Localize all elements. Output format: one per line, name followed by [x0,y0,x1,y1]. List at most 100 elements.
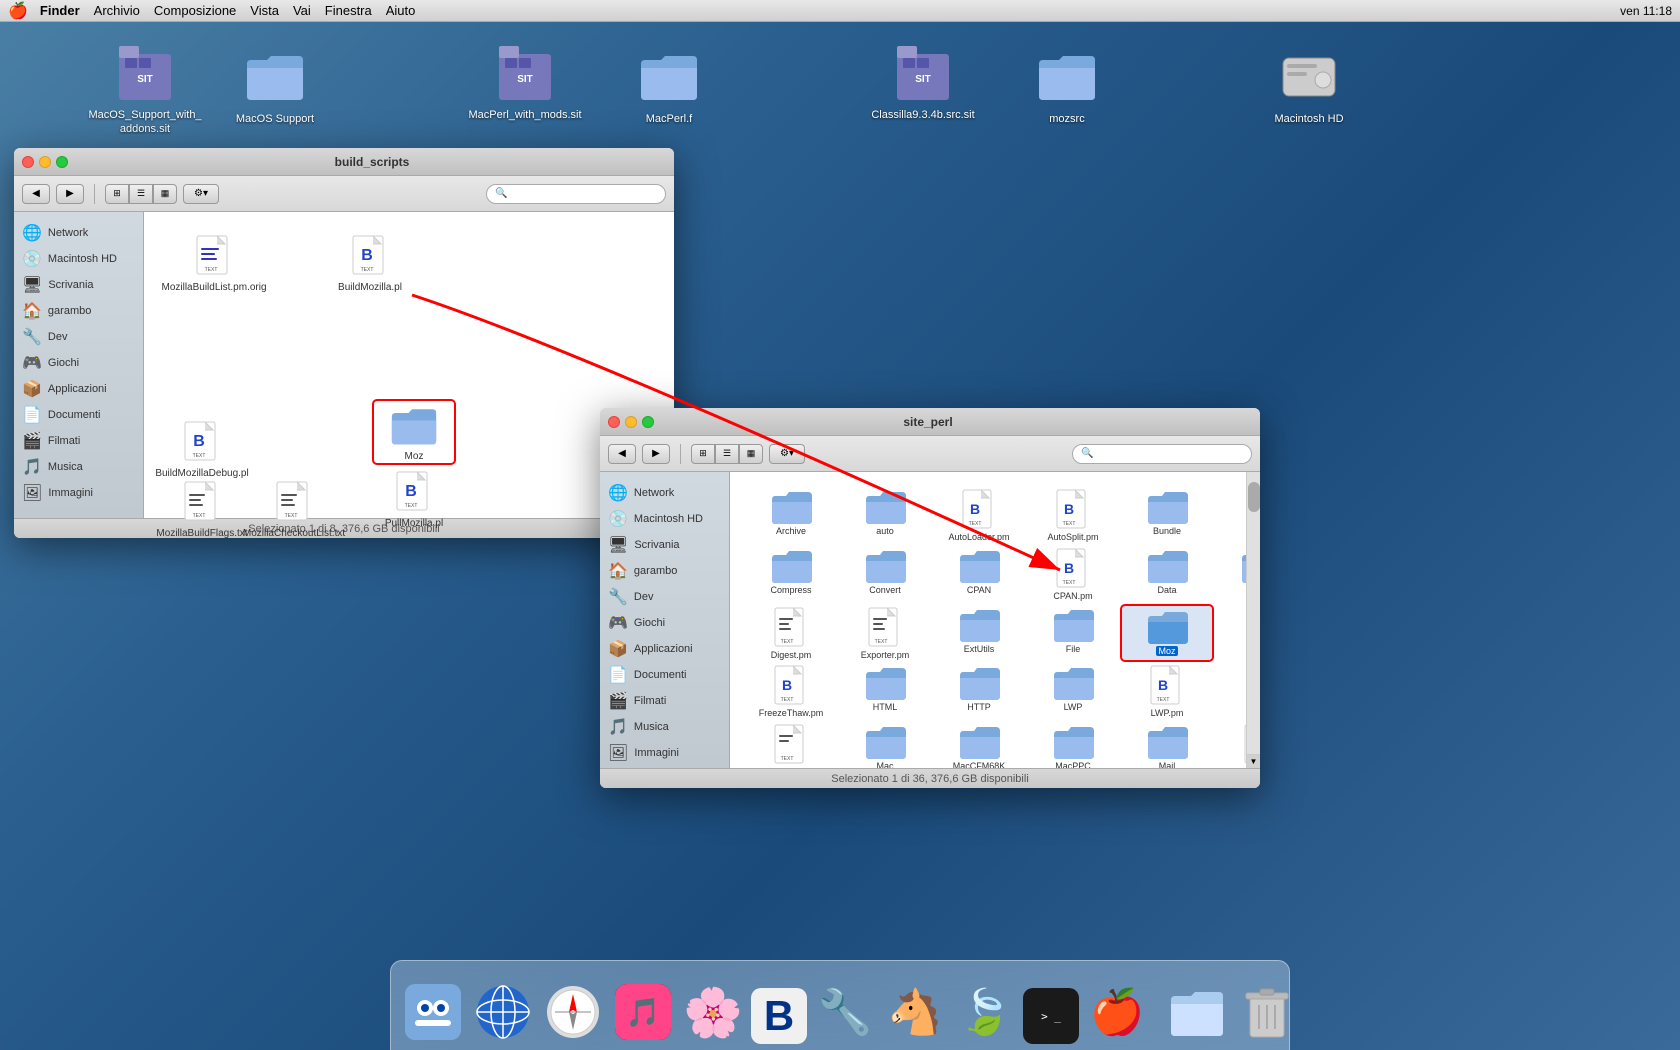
minimize-button-2[interactable] [625,416,637,428]
sidebar-network-1[interactable]: 🌐 Network [14,220,143,246]
sidebar-documenti-2[interactable]: 📄 Documenti [600,662,729,688]
desktop-icon-3[interactable]: SIT MacPerl_with_mods.sit [480,40,570,122]
back-button-2[interactable]: ◀ [608,444,636,464]
dock-safari[interactable] [541,980,605,1044]
column-view-2[interactable]: ▦ [739,444,763,464]
search-box-1[interactable]: 🔍 [486,184,666,204]
action-button-1[interactable]: ⚙▾ [183,184,219,204]
sidebar-documenti-1[interactable]: 📄 Documenti [14,402,143,428]
sidebar-scrivania-2[interactable]: 🖥 Scrivania [600,532,729,558]
maximize-button-1[interactable] [56,156,68,168]
file-lwpcook[interactable]: TEXT lwpcook.pod [746,723,836,768]
list-view-2[interactable]: ☰ [715,444,739,464]
file-mozillacheckoutlist[interactable]: TEXT MozillaCheckoutList.txt [254,478,334,518]
action-button-2[interactable]: ⚙▾ [769,444,805,464]
dock-leaf[interactable]: 🍃 [953,980,1017,1044]
file-macppc[interactable]: MacPPC [1028,723,1118,768]
file-convert[interactable]: Convert [840,547,930,602]
scrollbar-thumb-2[interactable] [1248,482,1260,512]
desktop-icon-2[interactable]: MacOS Support [230,44,320,126]
desktop-icon-6[interactable]: mozsrc [1022,44,1112,126]
minimize-button-1[interactable] [39,156,51,168]
back-button-1[interactable]: ◀ [22,184,50,204]
sidebar-network-2[interactable]: 🌐 Network [600,480,729,506]
file-moz-folder-1[interactable]: Moz [374,401,454,463]
dock-app-folder[interactable] [1165,980,1229,1044]
menu-archivio[interactable]: Archivio [94,3,140,18]
file-exporter-pm[interactable]: TEXT Exporter.pm [840,606,930,661]
column-view-1[interactable]: ▦ [153,184,177,204]
file-mac[interactable]: Mac [840,723,930,768]
sidebar-machd-2[interactable]: 💿 Macintosh HD [600,506,729,532]
menu-aiuto[interactable]: Aiuto [386,3,416,18]
sidebar-immagini-1[interactable]: 🖼 Immagini [14,480,143,506]
scrollbar-2[interactable]: ▼ [1246,472,1260,768]
file-mozillabuildflags[interactable]: TEXT MozillaBuildFlags.txt [162,478,242,518]
dock-terminal[interactable]: > _ [1023,988,1079,1044]
sidebar-giochi-2[interactable]: 🎮 Giochi [600,610,729,636]
dock-tools[interactable]: 🔧 [813,980,877,1044]
dock-finder[interactable] [401,980,465,1044]
desktop-icon-1[interactable]: SIT MacOS_Support_with_addons.sit [100,40,190,137]
icon-view-1[interactable]: ⊞ [105,184,129,204]
sidebar-filmati-1[interactable]: 🎬 Filmati [14,428,143,454]
file-mail[interactable]: Mail [1122,723,1212,768]
sidebar-applicazioni-2[interactable]: 📦 Applicazioni [600,636,729,662]
maximize-button-2[interactable] [642,416,654,428]
file-moz-folder-2[interactable]: Moz [1122,606,1212,661]
sidebar-immagini-2[interactable]: 🖼 Immagini [600,740,729,766]
scrollbar-down-2[interactable]: ▼ [1247,754,1260,768]
list-view-1[interactable]: ☰ [129,184,153,204]
sidebar-dev-2[interactable]: 🔧 Dev [600,584,729,610]
sidebar-machd-1[interactable]: 💿 Macintosh HD [14,246,143,272]
dock-trash[interactable] [1235,980,1299,1044]
close-button-2[interactable] [608,416,620,428]
file-maccfm68k[interactable]: MacCFM68K [934,723,1024,768]
dock-flower[interactable]: 🌸 [681,980,745,1044]
file-bundle[interactable]: Bundle [1122,488,1212,543]
file-compress[interactable]: Compress [746,547,836,602]
file-autoloader-pm[interactable]: BTEXT AutoLoader.pm [934,488,1024,543]
menu-vai[interactable]: Vai [293,3,311,18]
menu-finestra[interactable]: Finestra [325,3,372,18]
file-cpan-folder[interactable]: CPAN [934,547,1024,602]
file-buildmozilla-pl[interactable]: B TEXT BuildMozilla.pl [330,232,410,294]
sidebar-filmati-2[interactable]: 🎬 Filmati [600,688,729,714]
file-freezethaw[interactable]: BTEXT FreezeThaw.pm [746,664,836,719]
dock-music[interactable]: 🎵 [611,980,675,1044]
file-auto[interactable]: auto [840,488,930,543]
sidebar-garambo-1[interactable]: 🏠 garambo [14,298,143,324]
sidebar-applicazioni-1[interactable]: 📦 Applicazioni [14,376,143,402]
file-buildmozilladebug-pl[interactable]: B TEXT BuildMozillaDebug.pl [162,418,242,480]
file-mozillabuildlist-orig[interactable]: TEXT MozillaBuildList.pm.orig [174,232,254,294]
desktop-icon-4[interactable]: MacPerl.f [624,44,714,126]
sidebar-garambo-2[interactable]: 🏠 garambo [600,558,729,584]
file-cpan-pm[interactable]: BTEXT CPAN.pm [1028,547,1118,602]
icon-view-2[interactable]: ⊞ [691,444,715,464]
dock-bbedit[interactable]: B [751,988,807,1044]
desktop-icon-5[interactable]: SIT Classilla9.3.4b.src.sit [878,40,968,122]
dock-network[interactable] [471,980,535,1044]
sidebar-musica-2[interactable]: 🎵 Musica [600,714,729,740]
sidebar-musica-1[interactable]: 🎵 Musica [14,454,143,480]
sidebar-scrivania-1[interactable]: 🖥 Scrivania [14,272,143,298]
file-file[interactable]: File [1028,606,1118,661]
file-http[interactable]: HTTP [934,664,1024,719]
forward-button-1[interactable]: ▶ [56,184,84,204]
file-extutils[interactable]: ExtUtils [934,606,1024,661]
menu-vista[interactable]: Vista [250,3,279,18]
forward-button-2[interactable]: ▶ [642,444,670,464]
file-pullmozilla[interactable]: B TEXT PullMozilla.pl [374,468,454,518]
menu-finder[interactable]: Finder [40,3,80,18]
file-digest-pm[interactable]: TEXT Digest.pm [746,606,836,661]
file-data[interactable]: Data [1122,547,1212,602]
file-html[interactable]: HTML [840,664,930,719]
file-lwp-pm[interactable]: BTEXT LWP.pm [1122,664,1212,719]
search-box-2[interactable]: 🔍 [1072,444,1252,464]
sidebar-giochi-1[interactable]: 🎮 Giochi [14,350,143,376]
apple-menu[interactable]: 🍎 [8,1,28,21]
file-autosplit-pm[interactable]: BTEXT AutoSplit.pm [1028,488,1118,543]
close-button-1[interactable] [22,156,34,168]
file-archive[interactable]: Archive [746,488,836,543]
dock-horse[interactable]: 🐴 [883,980,947,1044]
